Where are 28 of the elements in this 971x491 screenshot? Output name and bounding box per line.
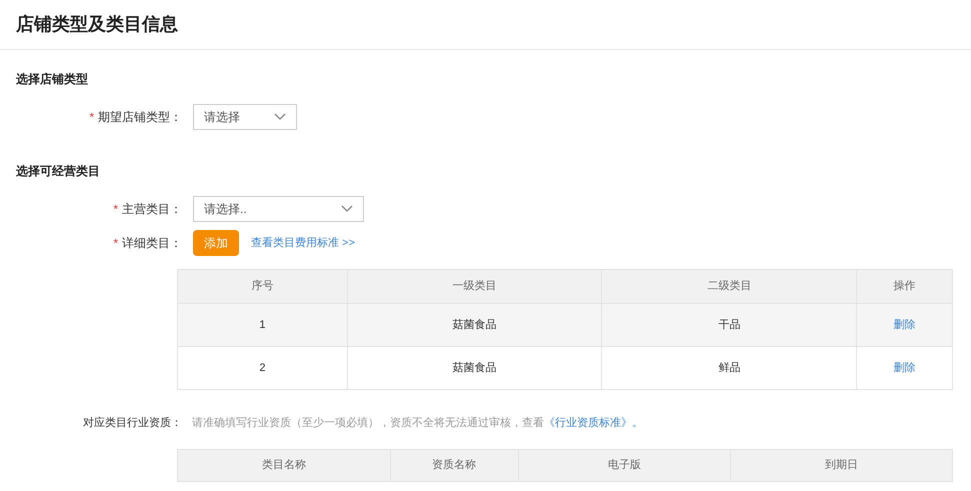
add-button[interactable]: 添加 <box>193 230 239 256</box>
column-header: 到期日 <box>824 458 860 473</box>
qualification-hint: 请准确填写行业资质（至少一项必填），资质不全将无法通过审核，查看《行业资质标准》。 <box>192 416 643 431</box>
field-label: 期望店铺类型： <box>98 109 182 126</box>
required-mark: * <box>113 235 118 252</box>
table-cell: 菇菌食品 <box>348 347 602 389</box>
section-heading: 选择可经营类目 <box>16 163 101 180</box>
delete-link[interactable]: 删除 <box>894 360 916 376</box>
column-header: 资质名称 <box>390 450 519 480</box>
field-label: 对应类目行业资质： <box>83 416 182 431</box>
page-title: 店铺类型及类目信息 <box>16 13 178 36</box>
column-header: 电子版 <box>518 450 732 480</box>
select-field[interactable]: 请选择.. <box>193 196 364 222</box>
table-cell: 鲜品 <box>602 347 858 389</box>
required-mark: * <box>89 109 94 126</box>
section-heading: 选择店铺类型 <box>16 71 89 88</box>
qualification-standard-link[interactable]: 《行业资质标准》 <box>544 417 632 429</box>
chevron-down-icon <box>341 205 353 213</box>
fee-standard-link[interactable]: 查看类目费用标准 >> <box>251 234 355 252</box>
field-label: 主营类目： <box>122 201 182 218</box>
column-header: 操作 <box>892 279 917 294</box>
delete-link[interactable]: 删除 <box>894 316 916 334</box>
select-field[interactable]: 请选择 <box>193 104 297 130</box>
field-label: 详细类目： <box>122 235 182 252</box>
chevron-down-icon <box>274 113 286 121</box>
column-header: 类目名称 <box>178 450 391 480</box>
table-cell: 2 <box>178 347 348 389</box>
required-mark: * <box>113 201 118 218</box>
